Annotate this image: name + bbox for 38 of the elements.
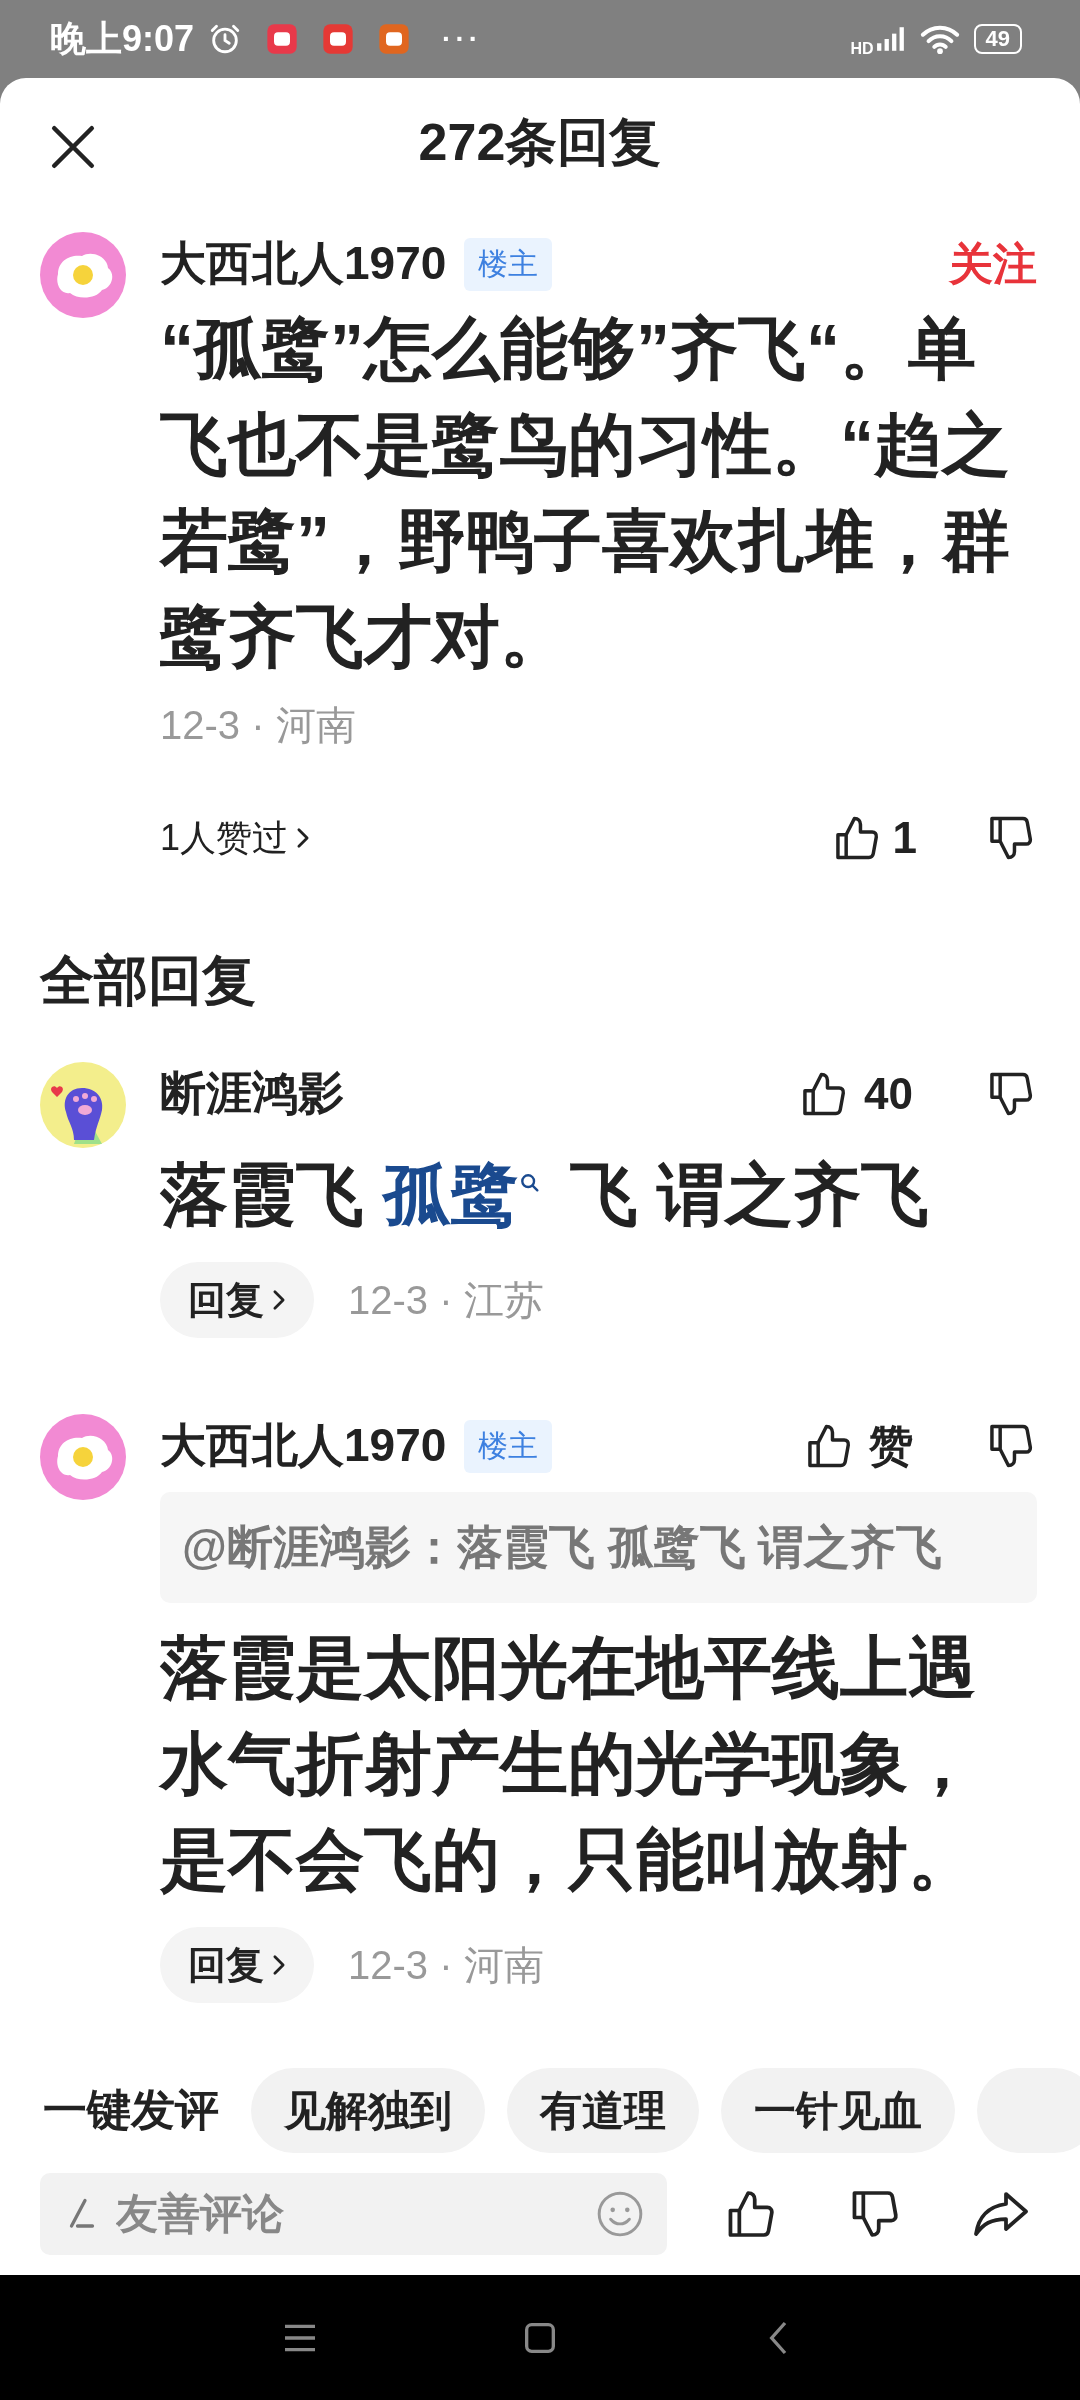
author-name[interactable]: 断涯鸿影 bbox=[160, 1063, 344, 1125]
page-title: 272条回复 bbox=[418, 112, 662, 173]
like-count: 40 bbox=[864, 1069, 913, 1119]
likers-link[interactable]: 1人赞过 bbox=[160, 813, 311, 863]
keyword-link[interactable]: 孤鹭 bbox=[382, 1156, 519, 1232]
reply-button[interactable]: 回复 bbox=[160, 1927, 314, 2003]
quick-reply-chip[interactable]: 有道理 bbox=[507, 2068, 699, 2153]
comment-meta: 12-3 · 河南 bbox=[348, 1941, 544, 1989]
author-name[interactable]: 大西北人1970 bbox=[160, 1415, 447, 1477]
quick-reply-chip[interactable]: 见解独到 bbox=[251, 2068, 485, 2153]
like-count: 1 bbox=[892, 813, 917, 863]
comment-meta: 12-3 · 江苏 bbox=[348, 1276, 544, 1324]
more-indicator: ··· bbox=[442, 23, 483, 55]
comment-meta: 12-3 · 河南 bbox=[160, 702, 357, 749]
chevron-icon bbox=[296, 827, 311, 849]
section-title: 全部回复 bbox=[38, 949, 257, 1012]
search-icon[interactable] bbox=[518, 1172, 541, 1195]
battery-indicator: 49 bbox=[973, 24, 1022, 54]
chevron-icon bbox=[272, 1954, 286, 1976]
like-count: 赞 bbox=[869, 1419, 913, 1472]
quick-comment-label: 一键发评 bbox=[43, 2084, 219, 2136]
wifi-icon bbox=[919, 23, 960, 55]
follow-button[interactable]: 关注 bbox=[949, 234, 1037, 294]
author-badge: 楼主 bbox=[464, 1419, 553, 1473]
author-badge: 楼主 bbox=[464, 237, 553, 291]
comment-text: 落霞飞 孤鹭 飞 谓之齐飞 bbox=[160, 1155, 930, 1234]
quick-reply-chip[interactable]: 一针见血 bbox=[721, 2068, 955, 2153]
reply-button[interactable]: 回复 bbox=[160, 1262, 314, 1338]
quoted-comment: @断涯鸿影：落霞飞 孤鹭飞 谓之齐飞 bbox=[160, 1492, 1037, 1603]
signal-icon bbox=[875, 26, 906, 52]
comment-text: 落霞是太阳光在地平线上遇水气折射产生的光学现象，是不会飞的，只能叫放射。 bbox=[160, 1628, 977, 1899]
avatar[interactable] bbox=[40, 1062, 126, 1148]
clock-time: 晚上9:07 bbox=[50, 16, 195, 61]
comment-text: “孤鹭”怎么能够”齐飞“。单飞也不是鹭鸟的习性。“趋之若鹭”，野鸭子喜欢扎堆，群鹭齐飞才对。 bbox=[160, 309, 1011, 676]
emoji-icon[interactable] bbox=[595, 2189, 645, 2239]
network-label: HD bbox=[850, 40, 874, 58]
chevron-icon bbox=[272, 1289, 286, 1311]
author-name[interactable]: 大西北人1970 bbox=[160, 233, 447, 295]
